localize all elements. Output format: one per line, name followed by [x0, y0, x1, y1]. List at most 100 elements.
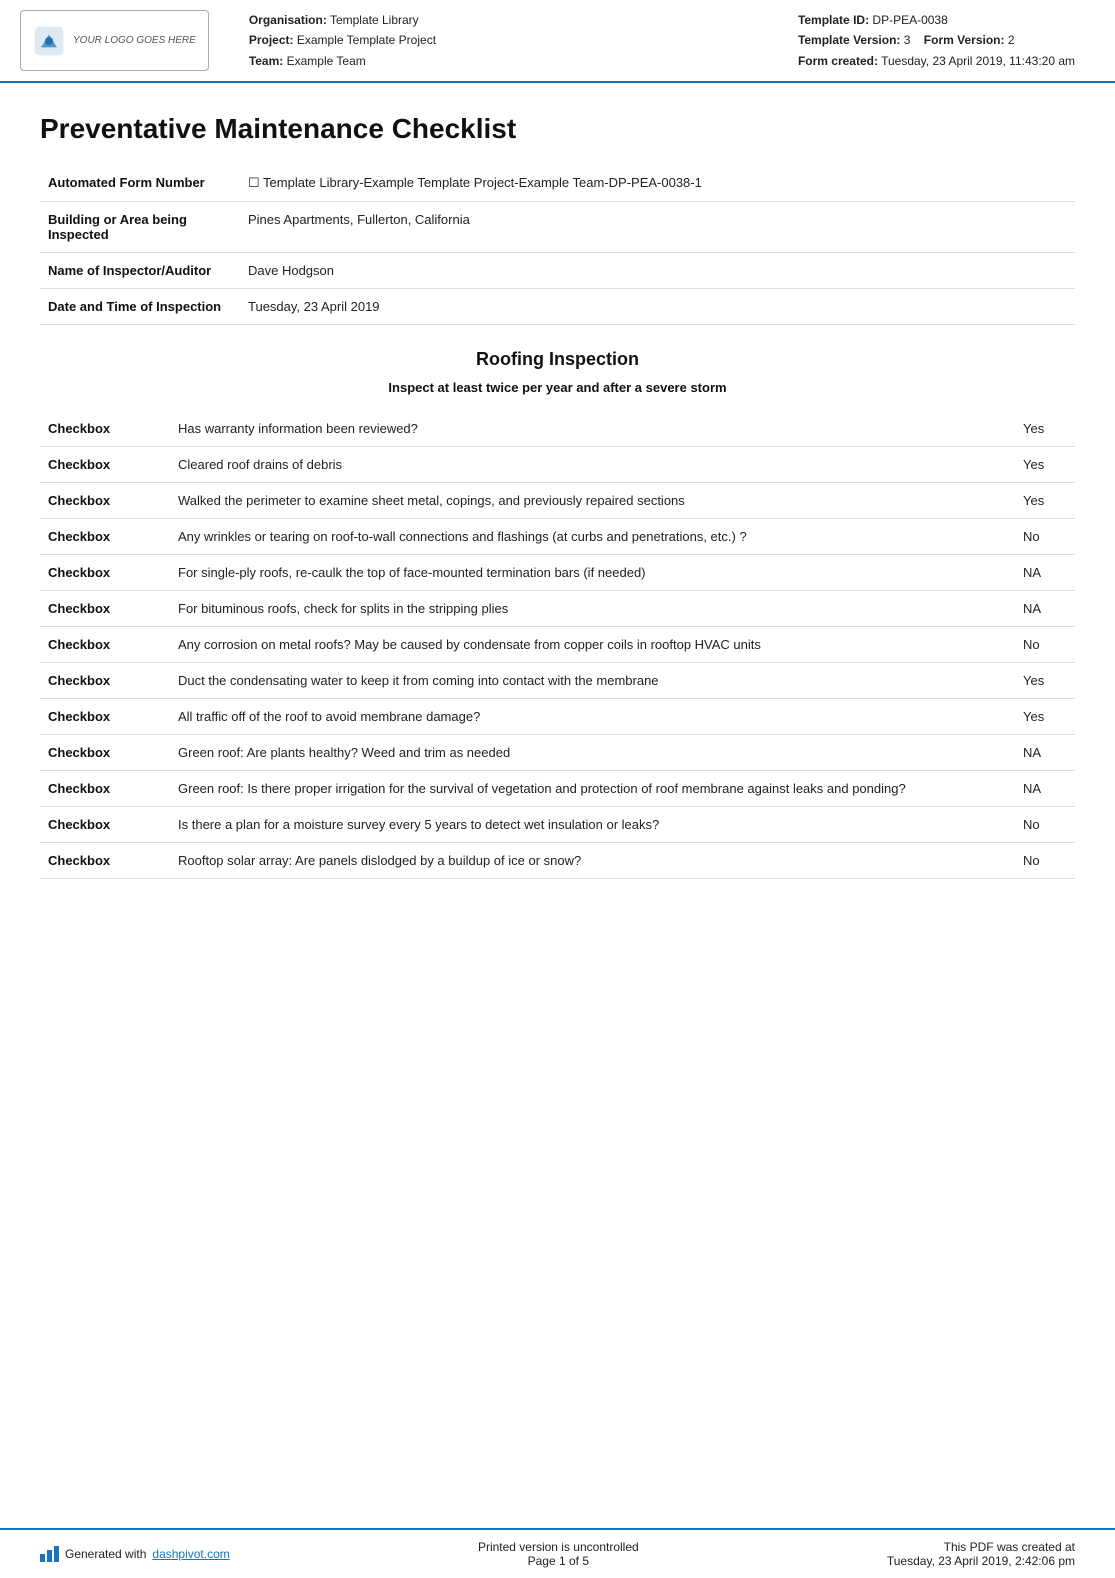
footer-right: This PDF was created at Tuesday, 23 Apri…: [887, 1540, 1075, 1568]
checklist-type: Checkbox: [40, 735, 170, 771]
info-row: Automated Form Number ☐ Template Library…: [40, 165, 1075, 202]
checklist-row: Checkbox Has warranty information been r…: [40, 411, 1075, 447]
checklist-row: Checkbox Is there a plan for a moisture …: [40, 807, 1075, 843]
checklist-value: Yes: [1015, 447, 1075, 483]
checklist-description: Has warranty information been reviewed?: [170, 411, 1015, 447]
project-label: Project:: [249, 33, 294, 47]
checklist-value: Yes: [1015, 663, 1075, 699]
checklist-type: Checkbox: [40, 663, 170, 699]
logo-icon: [33, 25, 65, 57]
team-value: Example Team: [287, 54, 366, 68]
checklist-value: No: [1015, 843, 1075, 879]
checklist-table: Checkbox Has warranty information been r…: [40, 411, 1075, 879]
checklist-type: Checkbox: [40, 771, 170, 807]
checklist-value: No: [1015, 519, 1075, 555]
checklist-type: Checkbox: [40, 411, 170, 447]
checklist-value: NA: [1015, 771, 1075, 807]
checklist-row: Checkbox Rooftop solar array: Are panels…: [40, 843, 1075, 879]
main-content: Preventative Maintenance Checklist Autom…: [0, 83, 1115, 1528]
checklist-description: Duct the condensating water to keep it f…: [170, 663, 1015, 699]
generated-text: Generated with: [65, 1547, 146, 1561]
checklist-row: Checkbox For single-ply roofs, re-caulk …: [40, 555, 1075, 591]
checklist-description: For single-ply roofs, re-caulk the top o…: [170, 555, 1015, 591]
checklist-description: Is there a plan for a moisture survey ev…: [170, 807, 1015, 843]
template-id-label: Template ID:: [798, 13, 869, 27]
checklist-description: Walked the perimeter to examine sheet me…: [170, 483, 1015, 519]
info-table: Automated Form Number ☐ Template Library…: [40, 165, 1075, 325]
pdf-created-value: Tuesday, 23 April 2019, 2:42:06 pm: [887, 1554, 1075, 1568]
org-value: Template Library: [330, 13, 419, 27]
template-id-value: DP-PEA-0038: [872, 13, 947, 27]
checklist-row: Checkbox Duct the condensating water to …: [40, 663, 1075, 699]
form-created-label: Form created:: [798, 54, 878, 68]
checklist-value: NA: [1015, 555, 1075, 591]
checklist-type: Checkbox: [40, 591, 170, 627]
checklist-description: Any wrinkles or tearing on roof-to-wall …: [170, 519, 1015, 555]
logo-text: YOUR LOGO GOES HERE: [73, 35, 196, 46]
info-label: Building or Area being Inspected: [40, 202, 240, 253]
page-text: Page 1 of 5: [478, 1554, 639, 1568]
checklist-description: Cleared roof drains of debris: [170, 447, 1015, 483]
info-value: Dave Hodgson: [240, 253, 1075, 289]
template-version-label: Template Version:: [798, 33, 900, 47]
team-label: Team:: [249, 54, 283, 68]
logo-area: YOUR LOGO GOES HERE: [20, 10, 209, 71]
info-value: Tuesday, 23 April 2019: [240, 289, 1075, 325]
uncontrolled-text: Printed version is uncontrolled: [478, 1540, 639, 1554]
checklist-value: Yes: [1015, 699, 1075, 735]
checklist-row: Checkbox For bituminous roofs, check for…: [40, 591, 1075, 627]
footer-left: Generated with dashpivot.com: [40, 1546, 230, 1562]
info-label: Date and Time of Inspection: [40, 289, 240, 325]
pdf-created-label: This PDF was created at: [887, 1540, 1075, 1554]
info-row: Name of Inspector/Auditor Dave Hodgson: [40, 253, 1075, 289]
checklist-type: Checkbox: [40, 447, 170, 483]
info-row: Date and Time of Inspection Tuesday, 23 …: [40, 289, 1075, 325]
checklist-type: Checkbox: [40, 519, 170, 555]
checklist-description: Green roof: Are plants healthy? Weed and…: [170, 735, 1015, 771]
checklist-description: For bituminous roofs, check for splits i…: [170, 591, 1015, 627]
checklist-description: Rooftop solar array: Are panels dislodge…: [170, 843, 1015, 879]
header-meta-left: Organisation: Template Library Project: …: [249, 10, 758, 71]
checklist-row: Checkbox Any wrinkles or tearing on roof…: [40, 519, 1075, 555]
info-label: Name of Inspector/Auditor: [40, 253, 240, 289]
footer: Generated with dashpivot.com Printed ver…: [0, 1528, 1115, 1578]
template-version-value: 3: [904, 33, 911, 47]
footer-center: Printed version is uncontrolled Page 1 o…: [478, 1540, 639, 1568]
checklist-description: Any corrosion on metal roofs? May be cau…: [170, 627, 1015, 663]
info-value: Pines Apartments, Fullerton, California: [240, 202, 1075, 253]
dashpivot-icon: [40, 1546, 59, 1562]
header-meta-right: Template ID: DP-PEA-0038 Template Versio…: [798, 10, 1075, 71]
info-value: ☐ Template Library-Example Template Proj…: [240, 165, 1075, 202]
document-title: Preventative Maintenance Checklist: [40, 113, 1075, 145]
checklist-row: Checkbox All traffic off of the roof to …: [40, 699, 1075, 735]
checklist-row: Checkbox Green roof: Is there proper irr…: [40, 771, 1075, 807]
checklist-type: Checkbox: [40, 843, 170, 879]
section-title: Roofing Inspection: [40, 349, 1075, 370]
org-label: Organisation:: [249, 13, 327, 27]
checklist-row: Checkbox Any corrosion on metal roofs? M…: [40, 627, 1075, 663]
checklist-value: Yes: [1015, 483, 1075, 519]
checklist-value: No: [1015, 807, 1075, 843]
info-row: Building or Area being Inspected Pines A…: [40, 202, 1075, 253]
checklist-row: Checkbox Walked the perimeter to examine…: [40, 483, 1075, 519]
checklist-description: All traffic off of the roof to avoid mem…: [170, 699, 1015, 735]
form-version-value: 2: [1008, 33, 1015, 47]
checklist-description: Green roof: Is there proper irrigation f…: [170, 771, 1015, 807]
checklist-value: NA: [1015, 735, 1075, 771]
checklist-row: Checkbox Cleared roof drains of debris Y…: [40, 447, 1075, 483]
form-created-value: Tuesday, 23 April 2019, 11:43:20 am: [881, 54, 1075, 68]
info-label: Automated Form Number: [40, 165, 240, 202]
dashpivot-link[interactable]: dashpivot.com: [152, 1547, 229, 1561]
checklist-type: Checkbox: [40, 807, 170, 843]
form-version-label: Form Version:: [924, 33, 1005, 47]
checklist-type: Checkbox: [40, 627, 170, 663]
checklist-row: Checkbox Green roof: Are plants healthy?…: [40, 735, 1075, 771]
checklist-value: Yes: [1015, 411, 1075, 447]
project-value: Example Template Project: [297, 33, 436, 47]
checklist-value: No: [1015, 627, 1075, 663]
section-subtitle: Inspect at least twice per year and afte…: [40, 380, 1075, 395]
checklist-type: Checkbox: [40, 555, 170, 591]
header-meta: Organisation: Template Library Project: …: [249, 10, 1075, 71]
checklist-value: NA: [1015, 591, 1075, 627]
checklist-type: Checkbox: [40, 699, 170, 735]
